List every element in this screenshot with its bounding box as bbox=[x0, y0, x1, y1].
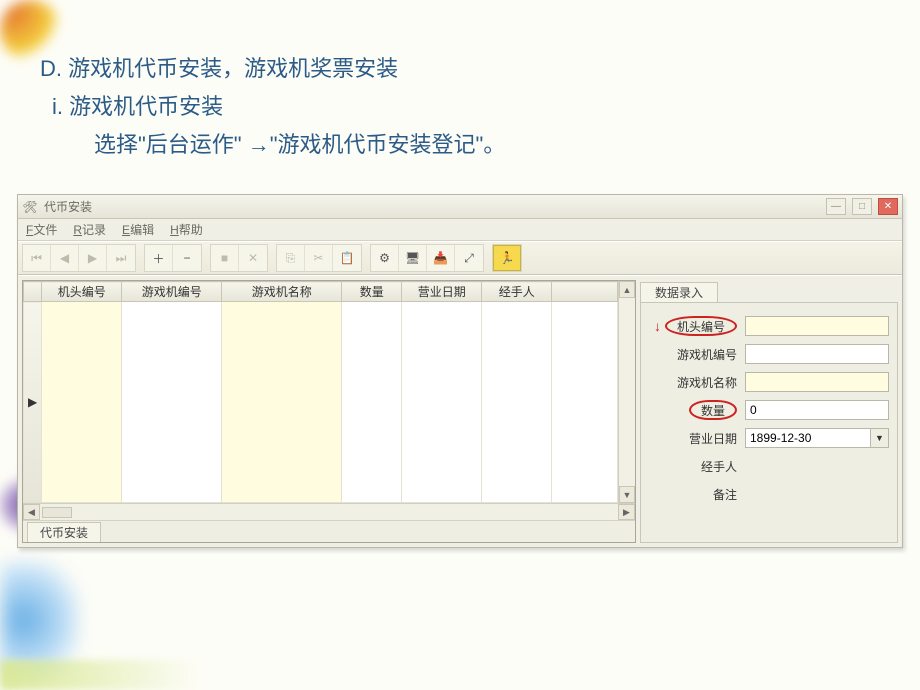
run-button[interactable]: 🏃 bbox=[493, 245, 521, 271]
label-biz-date: 营业日期 bbox=[649, 430, 745, 447]
col-operator[interactable]: 经手人 bbox=[482, 282, 552, 302]
label-operator: 经手人 bbox=[649, 458, 745, 475]
maximize-button[interactable]: □ bbox=[852, 198, 872, 215]
tool2-button[interactable]: 🖥 bbox=[399, 245, 427, 271]
scroll-left-icon[interactable]: ◀ bbox=[23, 504, 40, 520]
menubar: F文件 R记录 E编辑 H帮助 bbox=[18, 219, 902, 241]
nav-first-button[interactable]: ⏮ bbox=[23, 245, 51, 271]
menu-help[interactable]: H帮助 bbox=[170, 221, 203, 238]
stop-button[interactable]: ■ bbox=[211, 245, 239, 271]
grid-table[interactable]: 机头编号 游戏机编号 游戏机名称 数量 营业日期 经手人 ▶ bbox=[23, 281, 618, 503]
tool3-button[interactable]: 📥 bbox=[427, 245, 455, 271]
heading-path: 选择"后台运作" →"游戏机代币安装登记"。 bbox=[94, 126, 880, 164]
label-machine-name: 游戏机名称 bbox=[649, 374, 745, 391]
minimize-button[interactable]: — bbox=[826, 198, 846, 215]
col-blank bbox=[552, 282, 618, 302]
close-button[interactable]: ✕ bbox=[878, 198, 898, 215]
paste-button[interactable]: 📋 bbox=[333, 245, 361, 271]
window-title: 代币安装 bbox=[44, 198, 92, 215]
data-grid: 机头编号 游戏机编号 游戏机名称 数量 营业日期 经手人 ▶ bbox=[22, 280, 636, 543]
machine-name-input[interactable] bbox=[745, 372, 889, 392]
col-biz-date[interactable]: 营业日期 bbox=[402, 282, 482, 302]
tool1-button[interactable]: ⚙ bbox=[371, 245, 399, 271]
date-dropdown-icon[interactable]: ▼ bbox=[871, 428, 889, 448]
titlebar[interactable]: 🛠 代币安装 — □ ✕ bbox=[18, 195, 902, 219]
nav-prev-button[interactable]: ◀ bbox=[51, 245, 79, 271]
grid-hscroll[interactable]: ◀ ▶ bbox=[23, 503, 635, 520]
col-head-no[interactable]: 机头编号 bbox=[42, 282, 122, 302]
required-arrow-icon: ↓ bbox=[654, 318, 661, 334]
machine-no-input[interactable] bbox=[745, 344, 889, 364]
menu-edit[interactable]: E编辑 bbox=[122, 221, 154, 238]
entry-panel: 数据录入 ↓机头编号 游戏机编号 游戏机名称 数量 bbox=[640, 280, 898, 543]
grid-tab-token-install[interactable]: 代币安装 bbox=[27, 522, 101, 542]
cut-button[interactable]: ✂ bbox=[305, 245, 333, 271]
scroll-down-icon[interactable]: ▼ bbox=[619, 486, 635, 503]
table-row[interactable]: ▶ bbox=[24, 302, 618, 503]
app-window: 🛠 代币安装 — □ ✕ F文件 R记录 E编辑 H帮助 ⏮ ◀ ▶ ⏭ ＋ −… bbox=[17, 194, 903, 548]
panel-tab-entry[interactable]: 数据录入 bbox=[640, 282, 718, 302]
copy-button[interactable]: ⎘ bbox=[277, 245, 305, 271]
label-head-no: 机头编号 bbox=[665, 316, 737, 336]
toolbar: ⏮ ◀ ▶ ⏭ ＋ − ■ ✕ ⎘ ✂ 📋 ⚙ 🖥 📥 ⤢ 🏃 bbox=[18, 241, 902, 275]
row-indicator-icon: ▶ bbox=[24, 302, 42, 503]
label-qty: 数量 bbox=[689, 400, 737, 420]
col-qty[interactable]: 数量 bbox=[342, 282, 402, 302]
tool4-button[interactable]: ⤢ bbox=[455, 245, 483, 271]
delete-record-button[interactable]: − bbox=[173, 245, 201, 271]
app-icon: 🛠 bbox=[22, 199, 38, 215]
col-machine-no[interactable]: 游戏机编号 bbox=[122, 282, 222, 302]
nav-next-button[interactable]: ▶ bbox=[79, 245, 107, 271]
nav-last-button[interactable]: ⏭ bbox=[107, 245, 135, 271]
grid-vscroll[interactable]: ▲ ▼ bbox=[618, 281, 635, 503]
menu-file[interactable]: F文件 bbox=[26, 221, 57, 238]
heading-d: D. 游戏机代币安装，游戏机奖票安装 bbox=[40, 50, 880, 88]
heading-i: i. 游戏机代币安装 bbox=[52, 88, 880, 126]
scroll-right-icon[interactable]: ▶ bbox=[618, 504, 635, 520]
label-remark: 备注 bbox=[649, 486, 745, 503]
add-record-button[interactable]: ＋ bbox=[145, 245, 173, 271]
col-machine-name[interactable]: 游戏机名称 bbox=[222, 282, 342, 302]
instruction-text: D. 游戏机代币安装，游戏机奖票安装 i. 游戏机代币安装 选择"后台运作" →… bbox=[40, 50, 880, 164]
row-indicator-header bbox=[24, 282, 42, 302]
biz-date-input[interactable] bbox=[745, 428, 871, 448]
qty-input[interactable] bbox=[745, 400, 889, 420]
head-no-input[interactable] bbox=[745, 316, 889, 336]
scroll-up-icon[interactable]: ▲ bbox=[619, 281, 635, 298]
label-machine-no: 游戏机编号 bbox=[649, 346, 745, 363]
cancel-button[interactable]: ✕ bbox=[239, 245, 267, 271]
menu-record[interactable]: R记录 bbox=[73, 221, 106, 238]
